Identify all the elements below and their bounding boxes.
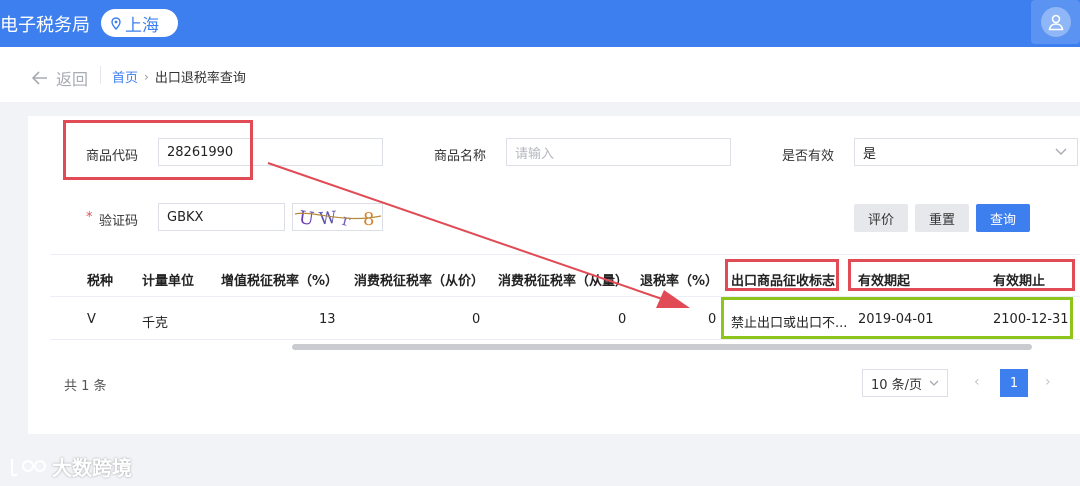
watermark-text: 大数跨境 [52,456,132,480]
annotation-arrow [267,162,690,308]
watermark: 大数跨境 [8,452,132,481]
watermark-logo-icon [11,458,46,476]
